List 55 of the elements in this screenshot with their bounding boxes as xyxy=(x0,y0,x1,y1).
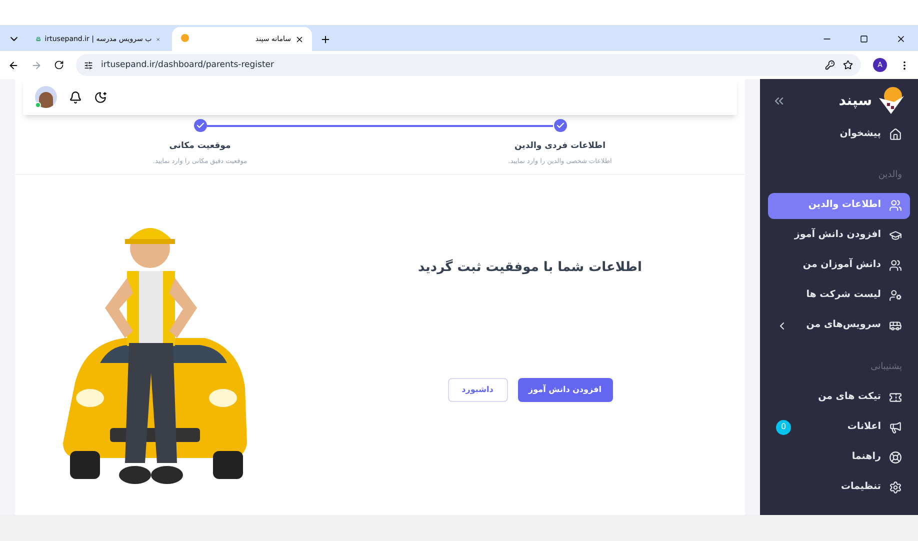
section-label: پشتیبانی xyxy=(870,360,902,374)
new-tab-icon[interactable] xyxy=(320,34,331,45)
ticket-icon xyxy=(889,390,902,404)
lifebuoy-icon xyxy=(889,450,902,464)
step-title: اطلاعات فردی والدین xyxy=(514,140,606,153)
sidebar-label: سرویس‌های من xyxy=(806,318,881,332)
reload-icon[interactable] xyxy=(54,60,64,70)
sidebar-label: تیکت های من xyxy=(818,390,881,404)
dashboard-button[interactable]: داشبورد xyxy=(448,378,508,402)
add-student-button[interactable]: افزودن دانش آموز xyxy=(518,378,612,402)
sidebar-item[interactable]: افزودن دانش آموز xyxy=(768,222,910,248)
avatar-icon[interactable] xyxy=(35,86,57,108)
sidebar-label: اعلانات xyxy=(847,420,881,434)
section-label: والدین xyxy=(878,169,902,182)
step-title: موقعیت مکانی xyxy=(169,140,231,153)
sidebar-item[interactable]: تنظیمات xyxy=(768,474,910,500)
url-text: irtusepand.ir/dashboard/parents-register xyxy=(101,58,276,72)
sidebar-label: افزودن دانش آموز xyxy=(794,228,881,242)
bookmark-icon[interactable] xyxy=(843,60,853,70)
sidebar-label: دانش آموزان من xyxy=(802,258,881,272)
sidebar-item[interactable]: پیشخوان xyxy=(768,121,910,147)
sidebar-label: اطلاعات والدین xyxy=(808,198,881,212)
sidebar-label: تنظیمات xyxy=(840,480,881,494)
maximize-icon[interactable] xyxy=(860,35,868,43)
user-gear-icon xyxy=(889,289,902,302)
notification-icon[interactable] xyxy=(69,90,82,104)
favicon-icon xyxy=(180,34,190,44)
sidebar-label: پیشخوان xyxy=(840,126,881,141)
success-message: اطلاعات شما با موفقیت ثبت گردید xyxy=(418,258,642,278)
brand-name: سپند xyxy=(838,92,872,110)
logo-icon xyxy=(876,86,906,116)
home-icon xyxy=(889,128,902,140)
close-window-icon[interactable] xyxy=(896,34,906,44)
close-icon[interactable] xyxy=(295,34,304,44)
sidebar-item[interactable]: لیست شرکت ها xyxy=(768,282,910,308)
sidebar-item[interactable]: سرویس‌های من xyxy=(768,312,910,338)
school-icon xyxy=(36,34,41,44)
key-icon[interactable] xyxy=(825,60,835,70)
users-icon xyxy=(889,199,902,212)
forward-icon[interactable] xyxy=(31,60,42,70)
sidebar-item[interactable]: راهنما xyxy=(768,444,910,470)
address-bar[interactable]: irtusepand.ir/dashboard/parents-register xyxy=(76,54,861,76)
site-settings-icon[interactable] xyxy=(84,60,93,70)
bus-icon xyxy=(889,319,902,332)
megaphone-icon xyxy=(889,420,902,434)
dark-mode-icon[interactable] xyxy=(94,90,107,104)
sidebar-item[interactable]: تیکت های من xyxy=(768,384,910,410)
settings-icon xyxy=(889,480,902,494)
users-icon xyxy=(889,259,902,272)
sidebar-label: راهنما xyxy=(852,450,881,464)
back-icon[interactable] xyxy=(8,60,19,70)
count-badge: 0 xyxy=(776,420,791,434)
sidebar-item[interactable]: دانش آموزان من xyxy=(768,252,910,278)
sidebar-label: لیست شرکت ها xyxy=(806,288,881,302)
graduation-cap-icon xyxy=(889,229,902,242)
